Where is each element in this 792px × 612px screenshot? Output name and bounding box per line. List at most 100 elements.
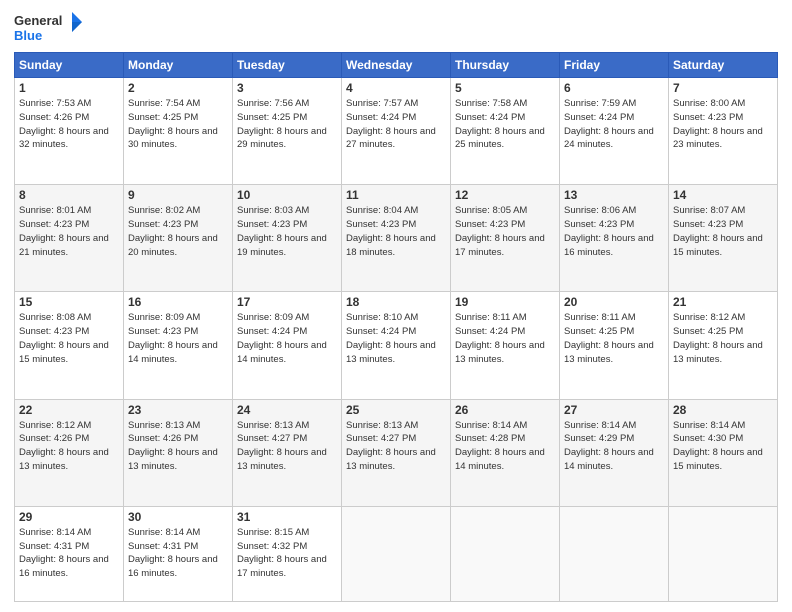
calendar-cell: 25 Sunrise: 8:13 AMSunset: 4:27 PMDaylig… (342, 399, 451, 506)
calendar-cell: 22 Sunrise: 8:12 AMSunset: 4:26 PMDaylig… (15, 399, 124, 506)
day-number: 25 (346, 403, 446, 417)
week-row-1: 1 Sunrise: 7:53 AMSunset: 4:26 PMDayligh… (15, 78, 778, 185)
day-number: 31 (237, 510, 337, 524)
col-header-tuesday: Tuesday (233, 53, 342, 78)
calendar-cell: 19 Sunrise: 8:11 AMSunset: 4:24 PMDaylig… (451, 292, 560, 399)
calendar-cell: 10 Sunrise: 8:03 AMSunset: 4:23 PMDaylig… (233, 185, 342, 292)
day-number: 16 (128, 295, 228, 309)
day-info: Sunrise: 8:06 AMSunset: 4:23 PMDaylight:… (564, 205, 654, 257)
day-number: 30 (128, 510, 228, 524)
calendar-cell (451, 506, 560, 601)
calendar-cell: 5 Sunrise: 7:58 AMSunset: 4:24 PMDayligh… (451, 78, 560, 185)
calendar-page: General Blue SundayMondayTuesdayWednesda… (0, 0, 792, 612)
col-header-sunday: Sunday (15, 53, 124, 78)
day-info: Sunrise: 8:12 AMSunset: 4:26 PMDaylight:… (19, 420, 109, 472)
day-info: Sunrise: 8:14 AMSunset: 4:29 PMDaylight:… (564, 420, 654, 472)
day-number: 6 (564, 81, 664, 95)
day-info: Sunrise: 8:13 AMSunset: 4:27 PMDaylight:… (346, 420, 436, 472)
calendar-cell: 12 Sunrise: 8:05 AMSunset: 4:23 PMDaylig… (451, 185, 560, 292)
day-number: 2 (128, 81, 228, 95)
day-info: Sunrise: 8:09 AMSunset: 4:24 PMDaylight:… (237, 312, 327, 364)
col-header-monday: Monday (124, 53, 233, 78)
day-info: Sunrise: 8:14 AMSunset: 4:31 PMDaylight:… (19, 527, 109, 579)
calendar-cell: 21 Sunrise: 8:12 AMSunset: 4:25 PMDaylig… (669, 292, 778, 399)
calendar-cell: 3 Sunrise: 7:56 AMSunset: 4:25 PMDayligh… (233, 78, 342, 185)
day-number: 7 (673, 81, 773, 95)
day-info: Sunrise: 8:12 AMSunset: 4:25 PMDaylight:… (673, 312, 763, 364)
calendar-cell: 18 Sunrise: 8:10 AMSunset: 4:24 PMDaylig… (342, 292, 451, 399)
day-number: 27 (564, 403, 664, 417)
col-header-wednesday: Wednesday (342, 53, 451, 78)
svg-text:Blue: Blue (14, 28, 42, 43)
day-info: Sunrise: 8:10 AMSunset: 4:24 PMDaylight:… (346, 312, 436, 364)
header-row: SundayMondayTuesdayWednesdayThursdayFrid… (15, 53, 778, 78)
calendar-cell: 2 Sunrise: 7:54 AMSunset: 4:25 PMDayligh… (124, 78, 233, 185)
day-number: 23 (128, 403, 228, 417)
calendar-cell: 17 Sunrise: 8:09 AMSunset: 4:24 PMDaylig… (233, 292, 342, 399)
day-info: Sunrise: 8:14 AMSunset: 4:30 PMDaylight:… (673, 420, 763, 472)
svg-text:General: General (14, 13, 62, 28)
calendar-cell: 30 Sunrise: 8:14 AMSunset: 4:31 PMDaylig… (124, 506, 233, 601)
day-info: Sunrise: 7:58 AMSunset: 4:24 PMDaylight:… (455, 98, 545, 150)
calendar-cell: 26 Sunrise: 8:14 AMSunset: 4:28 PMDaylig… (451, 399, 560, 506)
calendar-cell (342, 506, 451, 601)
calendar-cell (669, 506, 778, 601)
calendar-cell: 31 Sunrise: 8:15 AMSunset: 4:32 PMDaylig… (233, 506, 342, 601)
day-number: 12 (455, 188, 555, 202)
day-number: 22 (19, 403, 119, 417)
day-info: Sunrise: 8:14 AMSunset: 4:28 PMDaylight:… (455, 420, 545, 472)
day-number: 21 (673, 295, 773, 309)
day-number: 28 (673, 403, 773, 417)
day-info: Sunrise: 8:05 AMSunset: 4:23 PMDaylight:… (455, 205, 545, 257)
calendar-table: SundayMondayTuesdayWednesdayThursdayFrid… (14, 52, 778, 602)
day-info: Sunrise: 7:56 AMSunset: 4:25 PMDaylight:… (237, 98, 327, 150)
day-info: Sunrise: 8:09 AMSunset: 4:23 PMDaylight:… (128, 312, 218, 364)
calendar-cell: 15 Sunrise: 8:08 AMSunset: 4:23 PMDaylig… (15, 292, 124, 399)
day-number: 14 (673, 188, 773, 202)
calendar-cell: 9 Sunrise: 8:02 AMSunset: 4:23 PMDayligh… (124, 185, 233, 292)
day-number: 29 (19, 510, 119, 524)
day-number: 26 (455, 403, 555, 417)
day-info: Sunrise: 7:59 AMSunset: 4:24 PMDaylight:… (564, 98, 654, 150)
calendar-cell: 28 Sunrise: 8:14 AMSunset: 4:30 PMDaylig… (669, 399, 778, 506)
day-number: 11 (346, 188, 446, 202)
day-info: Sunrise: 8:02 AMSunset: 4:23 PMDaylight:… (128, 205, 218, 257)
day-number: 17 (237, 295, 337, 309)
header: General Blue (14, 10, 778, 46)
week-row-4: 22 Sunrise: 8:12 AMSunset: 4:26 PMDaylig… (15, 399, 778, 506)
day-number: 20 (564, 295, 664, 309)
calendar-cell: 4 Sunrise: 7:57 AMSunset: 4:24 PMDayligh… (342, 78, 451, 185)
calendar-cell: 20 Sunrise: 8:11 AMSunset: 4:25 PMDaylig… (560, 292, 669, 399)
day-info: Sunrise: 8:08 AMSunset: 4:23 PMDaylight:… (19, 312, 109, 364)
day-number: 19 (455, 295, 555, 309)
day-number: 3 (237, 81, 337, 95)
calendar-cell: 6 Sunrise: 7:59 AMSunset: 4:24 PMDayligh… (560, 78, 669, 185)
week-row-3: 15 Sunrise: 8:08 AMSunset: 4:23 PMDaylig… (15, 292, 778, 399)
day-info: Sunrise: 8:14 AMSunset: 4:31 PMDaylight:… (128, 527, 218, 579)
calendar-cell: 23 Sunrise: 8:13 AMSunset: 4:26 PMDaylig… (124, 399, 233, 506)
day-info: Sunrise: 8:13 AMSunset: 4:26 PMDaylight:… (128, 420, 218, 472)
day-number: 18 (346, 295, 446, 309)
day-number: 10 (237, 188, 337, 202)
day-info: Sunrise: 8:01 AMSunset: 4:23 PMDaylight:… (19, 205, 109, 257)
calendar-cell: 13 Sunrise: 8:06 AMSunset: 4:23 PMDaylig… (560, 185, 669, 292)
day-info: Sunrise: 8:11 AMSunset: 4:24 PMDaylight:… (455, 312, 545, 364)
col-header-thursday: Thursday (451, 53, 560, 78)
week-row-2: 8 Sunrise: 8:01 AMSunset: 4:23 PMDayligh… (15, 185, 778, 292)
day-number: 13 (564, 188, 664, 202)
day-number: 4 (346, 81, 446, 95)
day-info: Sunrise: 7:54 AMSunset: 4:25 PMDaylight:… (128, 98, 218, 150)
week-row-5: 29 Sunrise: 8:14 AMSunset: 4:31 PMDaylig… (15, 506, 778, 601)
day-info: Sunrise: 8:07 AMSunset: 4:23 PMDaylight:… (673, 205, 763, 257)
calendar-cell: 1 Sunrise: 7:53 AMSunset: 4:26 PMDayligh… (15, 78, 124, 185)
day-info: Sunrise: 8:00 AMSunset: 4:23 PMDaylight:… (673, 98, 763, 150)
day-info: Sunrise: 7:57 AMSunset: 4:24 PMDaylight:… (346, 98, 436, 150)
col-header-friday: Friday (560, 53, 669, 78)
day-number: 15 (19, 295, 119, 309)
logo: General Blue (14, 10, 84, 46)
day-number: 8 (19, 188, 119, 202)
day-info: Sunrise: 8:11 AMSunset: 4:25 PMDaylight:… (564, 312, 654, 364)
logo-svg: General Blue (14, 10, 84, 46)
day-number: 1 (19, 81, 119, 95)
calendar-cell: 16 Sunrise: 8:09 AMSunset: 4:23 PMDaylig… (124, 292, 233, 399)
